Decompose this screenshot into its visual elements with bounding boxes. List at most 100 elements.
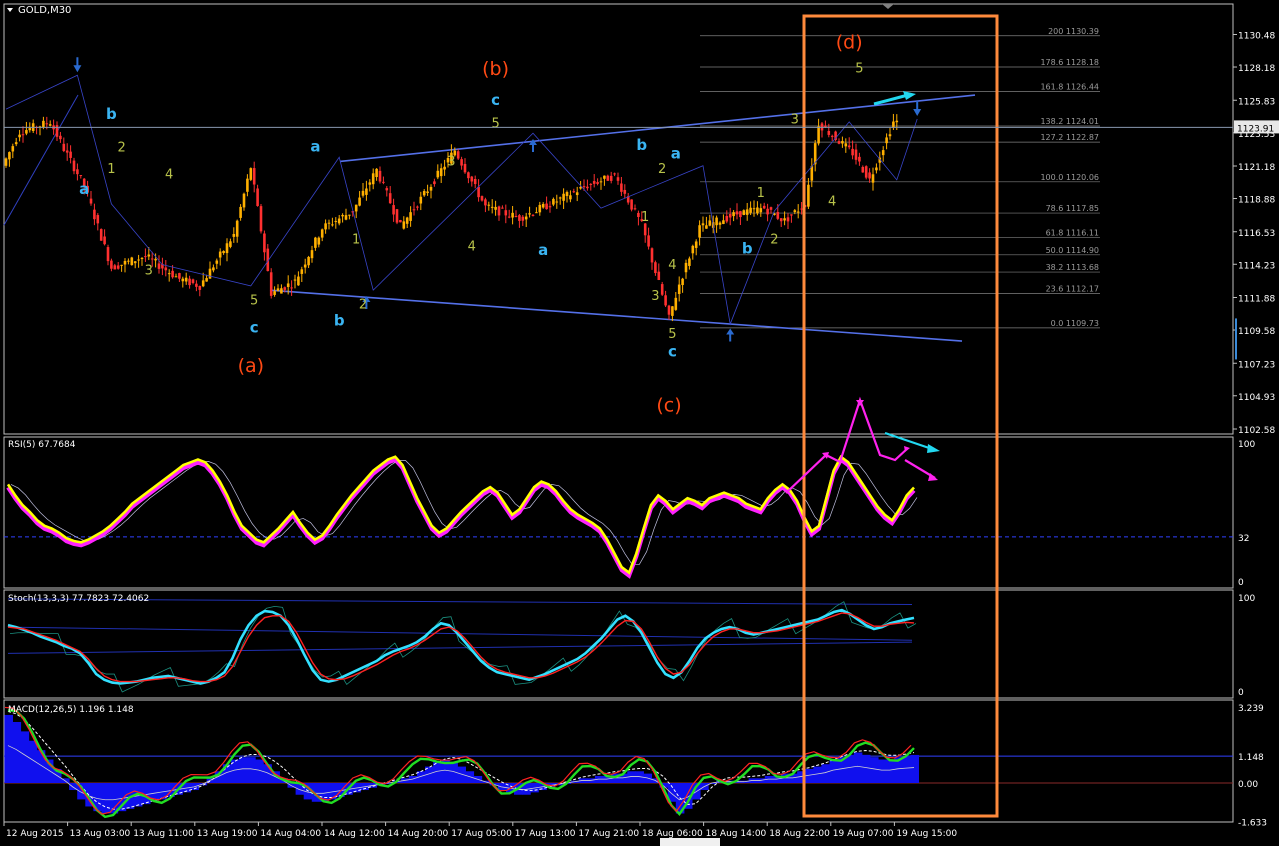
bearish-candle[interactable] [93,209,96,220]
bearish-candle[interactable] [545,203,548,210]
bullish-candle[interactable] [212,267,215,271]
bullish-candle[interactable] [565,192,569,197]
bullish-candle[interactable] [691,245,695,254]
bullish-candle[interactable] [511,212,514,218]
candlesticks[interactable] [4,113,899,322]
bearish-candle[interactable] [497,206,501,216]
bullish-candle[interactable] [354,204,358,212]
bearish-candle[interactable] [609,175,613,181]
bullish-candle[interactable] [807,184,810,207]
bearish-candle[interactable] [96,215,100,224]
bullish-candle[interactable] [18,134,21,138]
bearish-candle[interactable] [72,160,76,172]
bullish-candle[interactable] [327,222,331,224]
bullish-candle[interactable] [337,218,341,224]
bullish-candle[interactable] [674,297,678,310]
bearish-candle[interactable] [616,177,620,181]
bullish-candle[interactable] [732,212,735,217]
bullish-candle[interactable] [140,258,144,260]
bearish-candle[interactable] [191,279,195,283]
bullish-candle[interactable] [201,280,205,287]
bullish-candle[interactable] [524,216,528,220]
bearish-candle[interactable] [613,173,616,175]
bullish-candle[interactable] [443,166,446,170]
bullish-candle[interactable] [684,262,688,273]
bearish-candle[interactable] [480,196,484,201]
bullish-candle[interactable] [317,237,321,245]
bullish-candle[interactable] [246,178,249,192]
bearish-candle[interactable] [460,159,463,166]
trading-chart[interactable]: 200 1130.39178.6 1128.18161.8 1126.44138… [0,0,1279,846]
bullish-candle[interactable] [361,190,365,196]
bearish-candle[interactable] [521,216,525,221]
bearish-candle[interactable] [178,273,181,279]
bullish-candle[interactable] [371,173,375,185]
bearish-candle[interactable] [59,135,62,140]
bullish-candle[interactable] [232,233,236,237]
bullish-candle[interactable] [235,220,239,237]
bearish-candle[interactable] [21,134,25,136]
bullish-candle[interactable] [42,120,45,128]
bearish-candle[interactable] [456,151,460,159]
bullish-candle[interactable] [273,291,276,295]
bearish-candle[interactable] [385,188,389,191]
bullish-candle[interactable] [242,193,246,208]
bearish-candle[interactable] [110,260,113,269]
bearish-candle[interactable] [548,206,552,208]
bullish-candle[interactable] [286,283,290,288]
bullish-candle[interactable] [48,124,52,126]
bullish-candle[interactable] [793,210,797,213]
bearish-candle[interactable] [395,209,399,223]
stochastic-panel[interactable]: 100 0 [7,594,1255,698]
bullish-candle[interactable] [320,229,324,238]
bullish-candle[interactable] [405,217,409,224]
bearish-candle[interactable] [259,206,263,232]
bearish-candle[interactable] [847,145,851,148]
bullish-candle[interactable] [688,258,691,266]
bullish-candle[interactable] [575,192,579,196]
bullish-candle[interactable] [426,191,429,194]
bullish-candle[interactable] [558,197,562,199]
bearish-candle[interactable] [263,233,266,253]
macd-panel[interactable]: 3.239 1.148 0.00 -1.633 [4,704,1267,828]
bullish-candle[interactable] [324,223,327,230]
bearish-candle[interactable] [55,125,59,137]
stoch-main-line[interactable] [7,608,915,685]
bearish-candle[interactable] [144,256,147,258]
time-scroll-marker[interactable] [660,838,720,846]
bullish-candle[interactable] [562,193,565,201]
bullish-candle[interactable] [439,168,443,177]
bearish-candle[interactable] [463,163,467,173]
bullish-candle[interactable] [133,261,137,264]
bullish-candle[interactable] [344,215,348,220]
bearish-candle[interactable] [514,215,518,217]
bullish-candle[interactable] [28,128,32,131]
bullish-candle[interactable] [722,220,725,224]
bearish-candle[interactable] [171,270,174,278]
bullish-candle[interactable] [293,279,297,281]
bullish-candle[interactable] [137,259,140,261]
bullish-candle[interactable] [490,206,494,208]
bearish-candle[interactable] [620,183,623,192]
bullish-candle[interactable] [127,260,130,262]
bullish-candle[interactable] [841,141,844,144]
bearish-candle[interactable] [790,214,793,216]
bearish-candle[interactable] [79,175,83,177]
bearish-candle[interactable] [504,210,508,216]
bullish-candle[interactable] [307,256,310,266]
bearish-candle[interactable] [623,189,627,194]
bearish-candle[interactable] [837,141,841,144]
bullish-candle[interactable] [300,269,304,274]
bullish-candle[interactable] [749,207,752,213]
bullish-candle[interactable] [783,218,786,221]
bearish-candle[interactable] [501,207,504,209]
bullish-candle[interactable] [555,201,559,203]
bearish-candle[interactable] [854,149,858,160]
bearish-candle[interactable] [643,223,647,236]
bearish-candle[interactable] [766,208,769,215]
bearish-candle[interactable] [725,215,729,222]
bearish-candle[interactable] [269,272,273,296]
bullish-candle[interactable] [487,204,491,206]
bearish-candle[interactable] [633,208,637,210]
bullish-candle[interactable] [184,277,188,282]
